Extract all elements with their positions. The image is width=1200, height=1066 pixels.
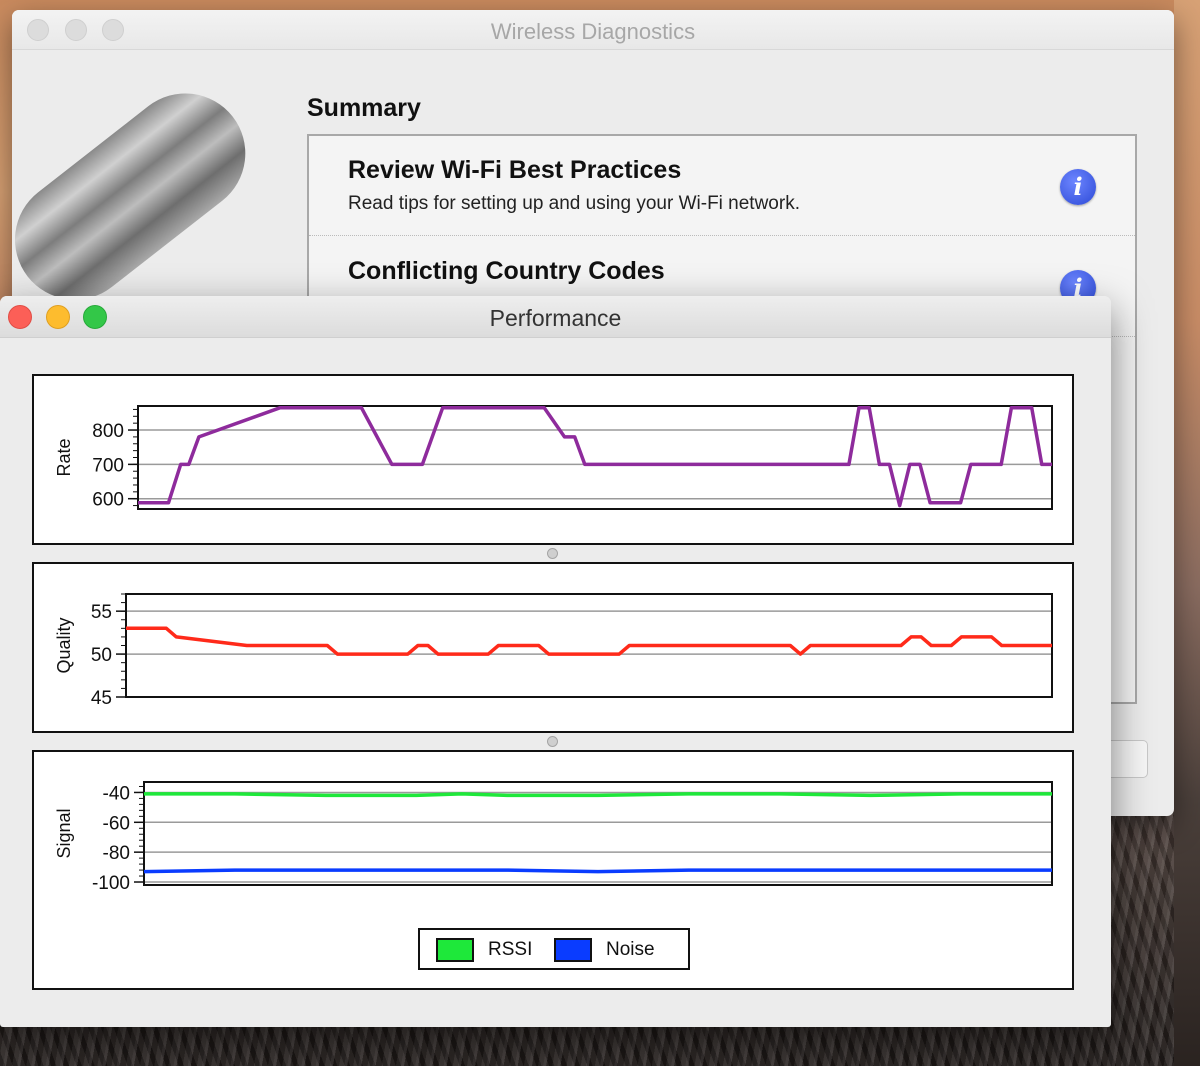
rate-chart-panel: 600 700 800 Rate bbox=[32, 374, 1074, 545]
summary-item[interactable]: Review Wi-Fi Best Practices Read tips fo… bbox=[309, 136, 1135, 236]
splitter-handle[interactable] bbox=[547, 736, 558, 747]
legend-label-noise: Noise bbox=[606, 939, 655, 960]
y-tick-label: -40 bbox=[103, 783, 130, 804]
rate-chart: 600 700 800 Rate bbox=[54, 405, 1053, 511]
signal-chart-panel: -40 -60 -80 -100 Signal RSSI Noise bbox=[32, 750, 1074, 990]
y-axis-label: Quality bbox=[54, 617, 74, 673]
summary-item-description: Read tips for setting up and using your … bbox=[348, 193, 800, 214]
rate-series-line bbox=[138, 405, 1052, 508]
y-tick-label: 50 bbox=[91, 645, 112, 666]
info-icon[interactable]: i bbox=[1060, 169, 1096, 205]
signal-legend: RSSI Noise bbox=[418, 928, 690, 970]
window-title: Performance bbox=[489, 305, 622, 331]
summary-item-title: Review Wi-Fi Best Practices bbox=[348, 156, 682, 184]
y-axis-label: Signal bbox=[54, 808, 74, 858]
y-tick-label: 45 bbox=[91, 688, 112, 709]
legend-label-rssi: RSSI bbox=[488, 939, 533, 960]
quality-series-line bbox=[126, 626, 1052, 656]
noise-series-line bbox=[143, 868, 1052, 874]
plot-frame bbox=[137, 405, 1053, 510]
y-tick-label: -100 bbox=[92, 873, 130, 894]
rssi-series-line bbox=[144, 792, 1052, 798]
quality-chart-panel: 45 50 55 Quality bbox=[32, 562, 1074, 733]
legend-swatch-noise bbox=[554, 938, 592, 962]
y-tick-label: 800 bbox=[92, 421, 124, 442]
y-tick-label: 55 bbox=[91, 602, 112, 623]
window-title: Wireless Diagnostics bbox=[490, 19, 696, 44]
summary-item-title: Conflicting Country Codes bbox=[348, 257, 665, 285]
legend-swatch-rssi bbox=[436, 938, 474, 962]
y-tick-label: 700 bbox=[92, 455, 124, 476]
splitter-handle[interactable] bbox=[547, 548, 558, 559]
performance-window: Performance 600 700 800 Rate 45 50 55 Quality … bbox=[0, 296, 1111, 1027]
desktop-background-edge bbox=[1174, 0, 1200, 1066]
window-titlebar[interactable]: Wireless Diagnostics bbox=[12, 10, 1174, 50]
y-tick-label: -60 bbox=[103, 813, 130, 834]
summary-heading: Summary bbox=[307, 94, 421, 122]
y-axis-label: Rate bbox=[54, 438, 74, 476]
window-titlebar[interactable]: Performance bbox=[0, 296, 1111, 338]
y-tick-label: 600 bbox=[92, 490, 124, 511]
quality-chart: 45 50 55 Quality bbox=[54, 593, 1053, 709]
y-tick-label: -80 bbox=[103, 843, 130, 864]
